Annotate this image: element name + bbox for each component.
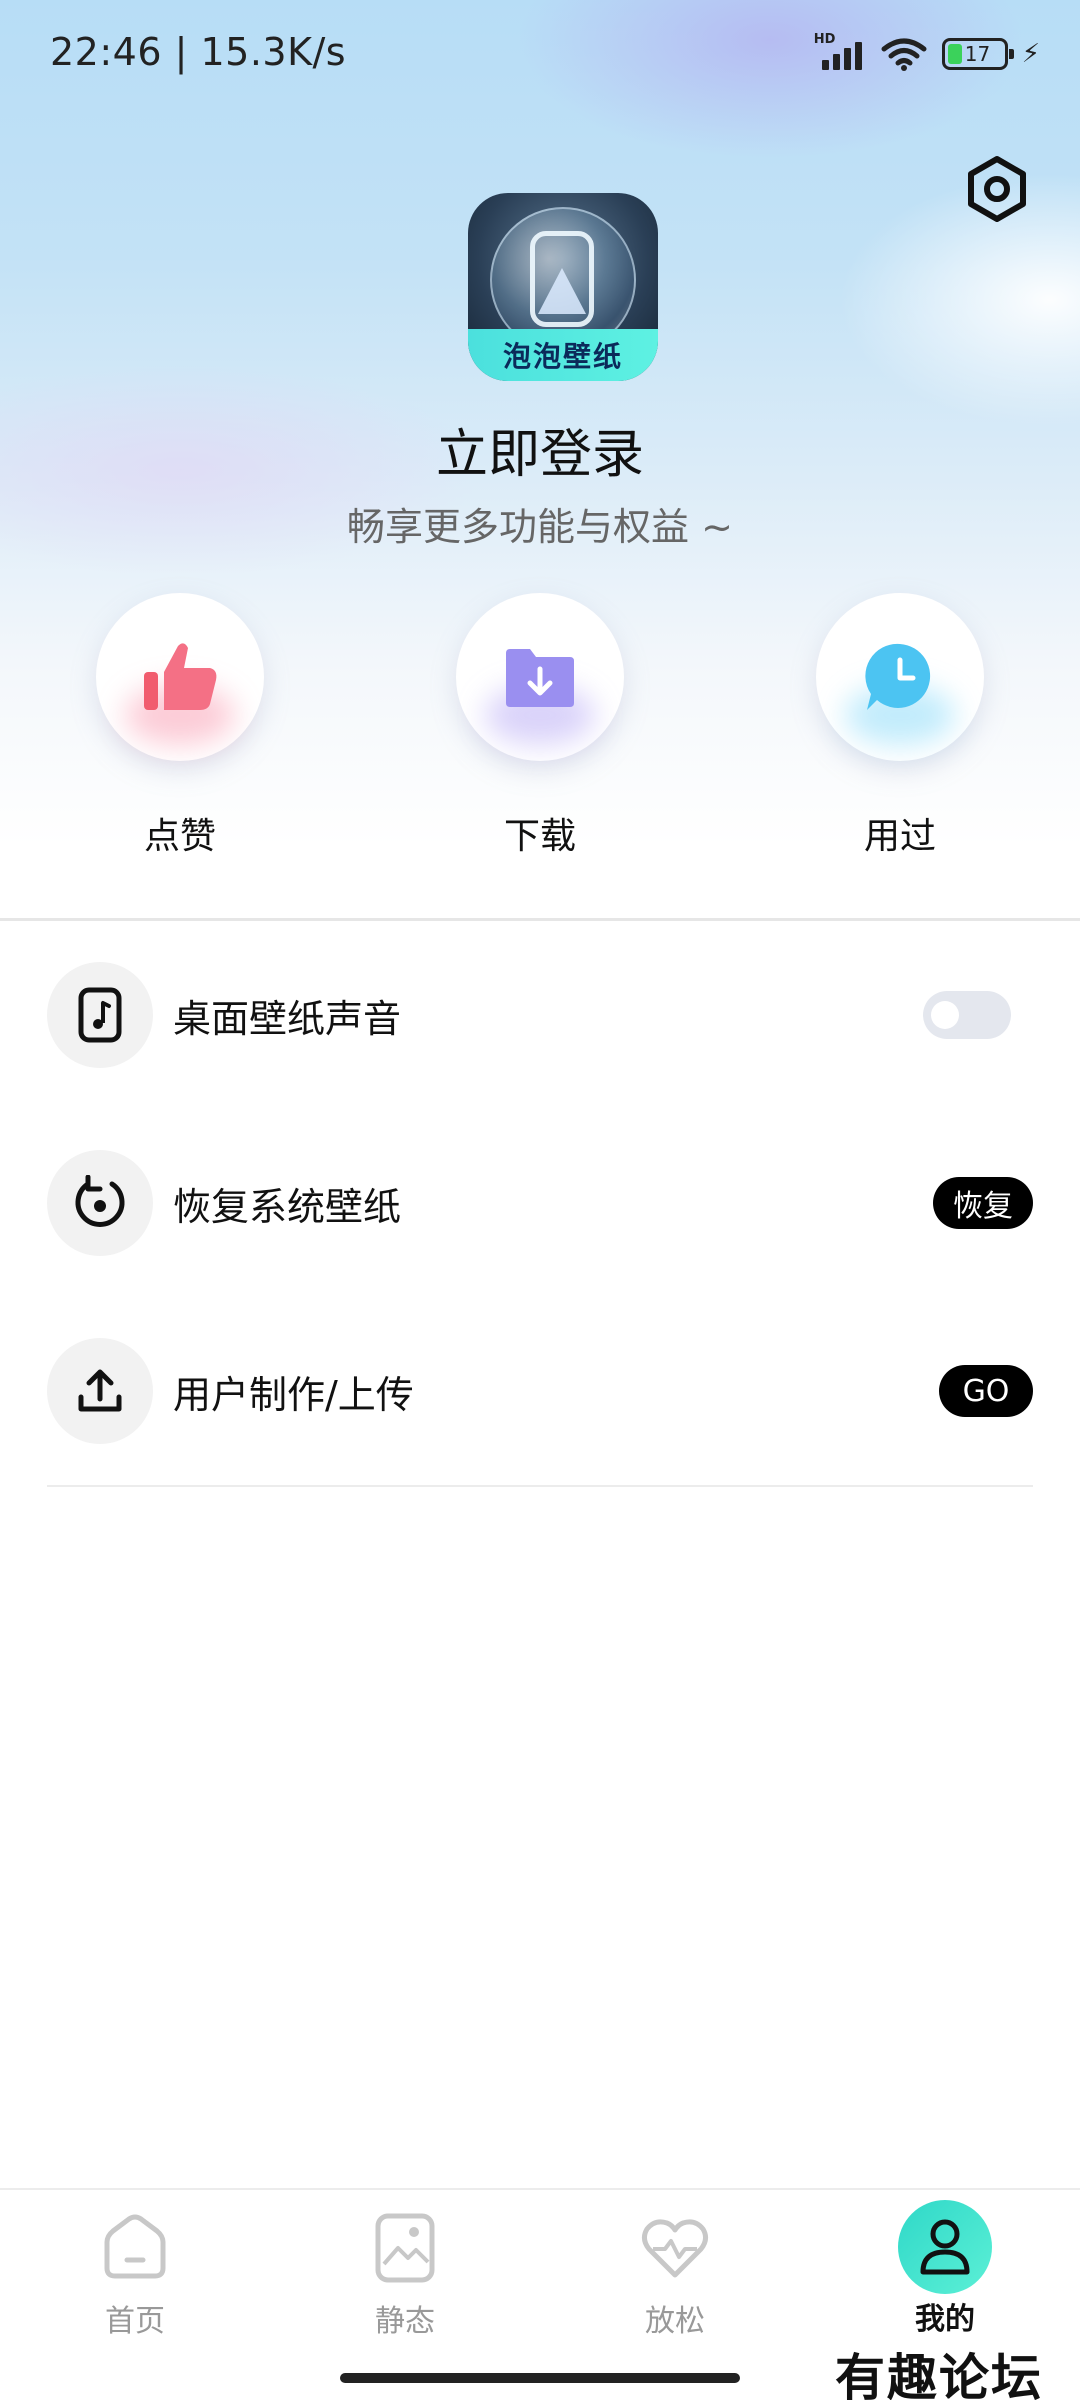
quick-action-downloads[interactable]: 下载 [456,593,624,859]
tab-profile[interactable]: 我的 [870,2200,1020,2338]
status-icons: HD 17 ⚡ [814,32,1040,74]
setting-label: 桌面壁纸声音 [173,996,402,1041]
setting-label: 用户制作/上传 [173,1372,414,1417]
app-logo-text: 泡泡壁纸 [502,340,623,373]
home-indicator[interactable] [340,2373,740,2383]
network-badge: HD [813,32,836,47]
profile-icon [920,2219,970,2275]
status-time: 22:46 | 15.3K/s [50,30,347,74]
quick-action-likes[interactable]: 点赞 [96,593,264,859]
tab-label: 我的 [915,2302,975,2337]
icon-badge [47,962,153,1068]
icon-badge [47,1338,153,1444]
quick-action-label: 用过 [863,816,936,857]
go-button[interactable]: GO [939,1365,1033,1417]
quick-action-label: 点赞 [143,816,216,857]
tab-relax[interactable]: 放松 [600,2206,750,2340]
setting-restore-wallpaper[interactable]: 恢复系统壁纸 恢复 [47,1150,1033,1256]
login-title[interactable]: 立即登录 [0,412,1080,487]
restore-icon [75,1175,125,1227]
icon-badge [47,1150,153,1256]
quick-action-label: 下载 [503,816,576,857]
settings-icon[interactable] [963,155,1031,223]
tab-label: 放松 [645,2304,705,2339]
heart-pulse-icon [641,2219,709,2278]
setting-label: 恢复系统壁纸 [173,1184,402,1229]
home-icon [104,2214,166,2279]
thumbs-up-icon [144,643,217,710]
tab-label: 静态 [375,2304,435,2339]
watermark: 有趣论坛 [835,2348,1043,2400]
music-note-icon [78,987,122,1043]
download-folder-icon [506,649,574,707]
charging-icon: ⚡ [1021,39,1040,69]
section-divider [0,918,1080,921]
setting-user-upload[interactable]: 用户制作/上传 GO [47,1338,1033,1444]
quick-action-history[interactable]: 用过 [816,593,984,859]
setting-wallpaper-sound[interactable]: 桌面壁纸声音 [47,962,1033,1068]
tab-home[interactable]: 首页 [60,2206,210,2340]
clock-chat-icon [865,643,931,710]
list-divider [47,1485,1033,1487]
upload-icon [78,1369,122,1412]
image-icon [375,2213,435,2283]
battery-level: 17 [964,42,991,66]
wifi-icon [881,38,927,71]
wallpaper-sound-toggle[interactable] [923,991,1011,1039]
app-logo[interactable]: 泡泡壁纸 [468,193,658,381]
tab-label: 首页 [105,2304,165,2339]
tab-static[interactable]: 静态 [330,2206,480,2340]
restore-button[interactable]: 恢复 [933,1177,1033,1229]
signal-icon: HD [814,32,866,72]
login-subtitle: 畅享更多功能与权益 ~ [347,505,733,549]
battery-icon: 17 [941,38,1014,70]
